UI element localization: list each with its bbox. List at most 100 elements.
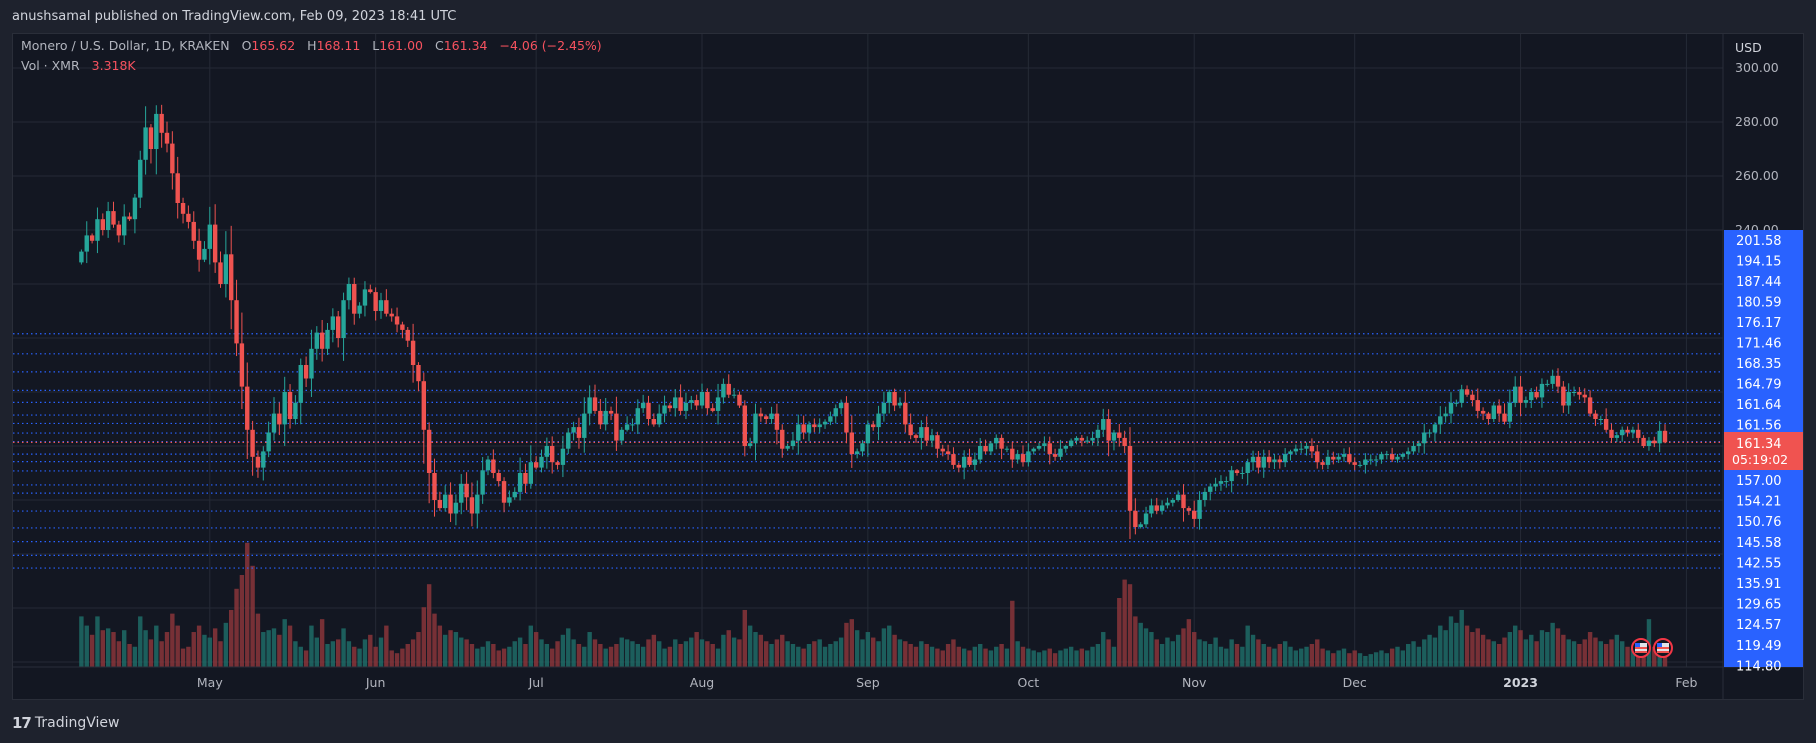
candle-body xyxy=(517,473,523,492)
time-axis-tick: Dec xyxy=(1343,675,1367,690)
candle-body xyxy=(100,219,105,230)
volume-bar xyxy=(806,644,812,667)
volume-bar xyxy=(1197,639,1202,667)
high-value: 168.11 xyxy=(316,38,361,53)
candle-body xyxy=(1272,459,1277,463)
candle-body xyxy=(913,435,919,438)
volume-bar xyxy=(753,632,758,667)
candle-body xyxy=(1427,432,1432,434)
candle-body xyxy=(212,224,218,263)
candle-body xyxy=(1304,446,1309,449)
volume-bar xyxy=(871,637,876,667)
volume-bar xyxy=(651,634,657,667)
candle-body xyxy=(657,413,662,425)
volume-bar xyxy=(1373,652,1379,667)
candle-body xyxy=(876,413,881,428)
hline-price-label: 201.58 xyxy=(1736,234,1782,249)
candle-body xyxy=(1336,456,1341,460)
candle-body xyxy=(512,491,517,498)
candle-body xyxy=(1026,451,1031,463)
volume-bar xyxy=(630,641,635,667)
candle-body xyxy=(437,500,443,509)
volume-bar xyxy=(1277,644,1282,667)
candle-body xyxy=(1652,440,1657,444)
candle-body xyxy=(710,408,715,411)
volume-bar xyxy=(983,648,988,667)
volume-bar xyxy=(828,644,833,667)
candle-body xyxy=(138,159,143,198)
candle-body xyxy=(1042,443,1047,446)
symbol-description[interactable]: Monero / U.S. Dollar, 1D, KRAKEN xyxy=(21,38,230,53)
high-label: H xyxy=(307,38,317,53)
candle-body xyxy=(1245,462,1250,473)
volume-bar xyxy=(1587,632,1593,667)
candle-body xyxy=(164,132,170,144)
tradingview-logo-icon[interactable]: 17 xyxy=(12,714,32,732)
candle-body xyxy=(689,400,694,403)
candle-body xyxy=(924,427,929,441)
candle-body xyxy=(341,300,346,338)
price-axis-tick: 300.00 xyxy=(1735,60,1779,75)
volume-bar xyxy=(1555,628,1561,667)
volume-bar xyxy=(1518,630,1523,667)
volume-bar xyxy=(1320,648,1325,667)
volume-bar xyxy=(245,542,250,667)
chart-frame[interactable]: USD 300.00 280.00 260.00 240.00 201.58 194.15 1… xyxy=(12,33,1804,700)
candle-body xyxy=(496,473,501,482)
volume-bar xyxy=(138,616,143,667)
candle-body xyxy=(159,113,164,133)
candle-body xyxy=(1545,383,1550,385)
candle-body xyxy=(967,456,972,465)
volume-bar xyxy=(132,646,138,667)
volume-bar xyxy=(314,637,319,667)
volume-bar xyxy=(1598,641,1603,667)
candle-body xyxy=(1406,451,1411,455)
candle-body xyxy=(1068,440,1074,446)
volume-bar xyxy=(394,653,400,667)
candle-body xyxy=(1459,389,1464,403)
volume-bar xyxy=(924,644,929,667)
volume-bar xyxy=(100,630,105,667)
volume-label[interactable]: Vol · XMR xyxy=(21,58,80,73)
volume-bar xyxy=(1154,639,1159,667)
candle-body xyxy=(309,348,314,379)
candle-body xyxy=(1625,429,1630,433)
candle-body xyxy=(1411,446,1416,452)
candle-body xyxy=(1347,454,1352,463)
volume-bar xyxy=(1454,622,1459,667)
volume-bar xyxy=(1427,634,1432,667)
candle-body xyxy=(453,502,459,514)
candle-body xyxy=(646,402,651,419)
volume-bar xyxy=(1127,584,1133,667)
candle-body xyxy=(844,402,849,433)
volume-bar xyxy=(876,641,881,667)
candle-body xyxy=(303,365,309,379)
candle-body xyxy=(410,340,416,365)
candle-body xyxy=(1539,383,1545,398)
volume-bar xyxy=(1106,639,1111,667)
volume-bar xyxy=(443,634,448,667)
volume-bar xyxy=(956,646,961,667)
volume-bar xyxy=(1400,650,1406,667)
candle-body xyxy=(1085,440,1090,442)
volume-bar xyxy=(95,616,100,667)
us-flag-event-icon xyxy=(1635,651,1647,653)
volume-bar xyxy=(747,625,753,667)
volume-bar xyxy=(1304,646,1309,667)
candle-body xyxy=(1117,432,1122,438)
tradingview-brand[interactable]: TradingView xyxy=(35,715,120,731)
open-label: O xyxy=(241,38,252,53)
candle-body xyxy=(764,416,769,419)
candle-body xyxy=(758,413,764,417)
time-axis-tick: 19 xyxy=(1775,675,1791,690)
candle-body xyxy=(1213,483,1218,487)
volume-bar xyxy=(1347,653,1352,667)
candle-body xyxy=(854,451,860,455)
volume-bar xyxy=(1357,653,1363,667)
candle-body xyxy=(1208,486,1213,492)
time-axis-tick: Aug xyxy=(690,675,714,690)
candlestick-chart[interactable]: USD300.00280.00260.00240.00201.58194.151… xyxy=(13,34,1803,699)
volume-bar xyxy=(1331,653,1336,667)
volume-bar xyxy=(1101,632,1106,667)
hline-price-label: 157.00 xyxy=(1736,474,1782,489)
